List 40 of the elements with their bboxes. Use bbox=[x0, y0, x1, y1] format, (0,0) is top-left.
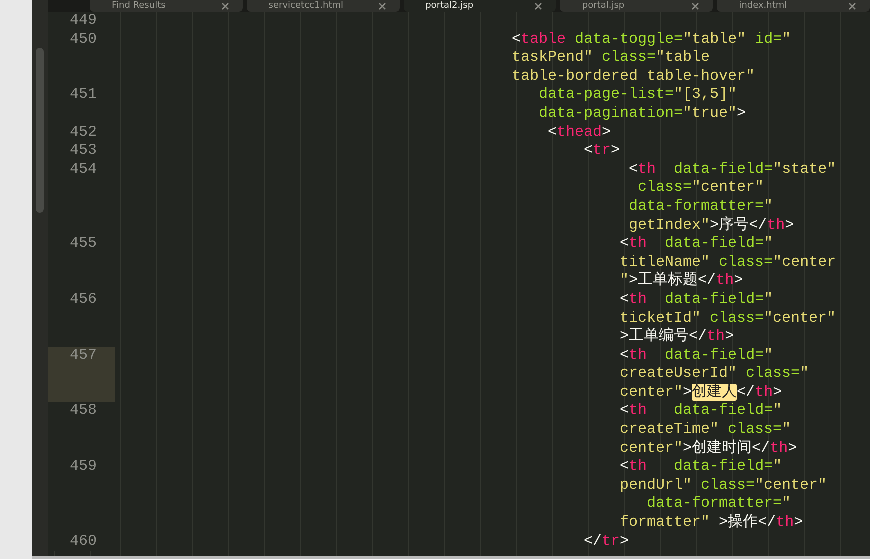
file-tab[interactable]: portal2.jsp bbox=[404, 0, 556, 12]
file-tab[interactable]: Find Results bbox=[90, 0, 243, 12]
code-line: <th data-field=" bbox=[619, 290, 774, 310]
code-line: createUserId" class=" bbox=[619, 365, 810, 384]
file-tab[interactable]: servicetcc1.html bbox=[246, 0, 400, 12]
code-line: pendUrl" class="center" bbox=[619, 476, 828, 496]
code-line: center">创建时间</th> bbox=[619, 440, 798, 458]
code-line: <th data-field=" bbox=[619, 458, 782, 477]
code-line: formatter" >操作</th> bbox=[619, 514, 804, 533]
code-line: data-page-list="[3,5]" bbox=[538, 86, 738, 105]
code-line: <th data-field=" bbox=[619, 346, 774, 366]
code-line: createTime" class=" bbox=[619, 421, 792, 440]
code-line: <th data-field=" bbox=[619, 402, 782, 422]
scrollbar-thumb[interactable] bbox=[36, 48, 44, 213]
code-line: <th data-field="state" bbox=[628, 160, 836, 180]
code-line: <table data-toggle="table" id=" bbox=[512, 30, 792, 50]
line-number: 457 bbox=[48, 346, 115, 402]
code-line: data-formatter=" bbox=[628, 198, 774, 216]
code-line: taskPend" class="table bbox=[512, 49, 710, 68]
code-line: <th data-field=" bbox=[619, 235, 774, 254]
close-icon[interactable] bbox=[692, 2, 700, 10]
code-line: >工单编号</th> bbox=[619, 328, 734, 347]
code-line: ticketId" class="center" bbox=[619, 310, 836, 328]
code-line: titleName" class="center bbox=[619, 254, 836, 272]
code-line: table-bordered table-hover" bbox=[512, 68, 756, 86]
code-line: data-pagination="true"> bbox=[538, 104, 746, 124]
code-line: <tr> bbox=[583, 142, 620, 161]
close-icon[interactable] bbox=[535, 2, 542, 10]
code-line: data-formatter=" bbox=[646, 495, 792, 514]
code-line: <thead> bbox=[547, 124, 612, 142]
code-line: center">创建人</th> bbox=[619, 384, 782, 402]
file-tab[interactable]: portal.jsp bbox=[560, 0, 714, 12]
close-icon[interactable] bbox=[222, 2, 229, 10]
file-tab[interactable]: index.html bbox=[717, 0, 870, 12]
code-line: </tr> bbox=[583, 532, 630, 552]
close-icon[interactable] bbox=[848, 2, 856, 10]
code-line: class="center" bbox=[637, 179, 764, 198]
code-line: getIndex">序号</th> bbox=[628, 216, 794, 236]
code-line: ">工单标题</th> bbox=[619, 272, 744, 291]
close-icon[interactable] bbox=[378, 2, 386, 10]
